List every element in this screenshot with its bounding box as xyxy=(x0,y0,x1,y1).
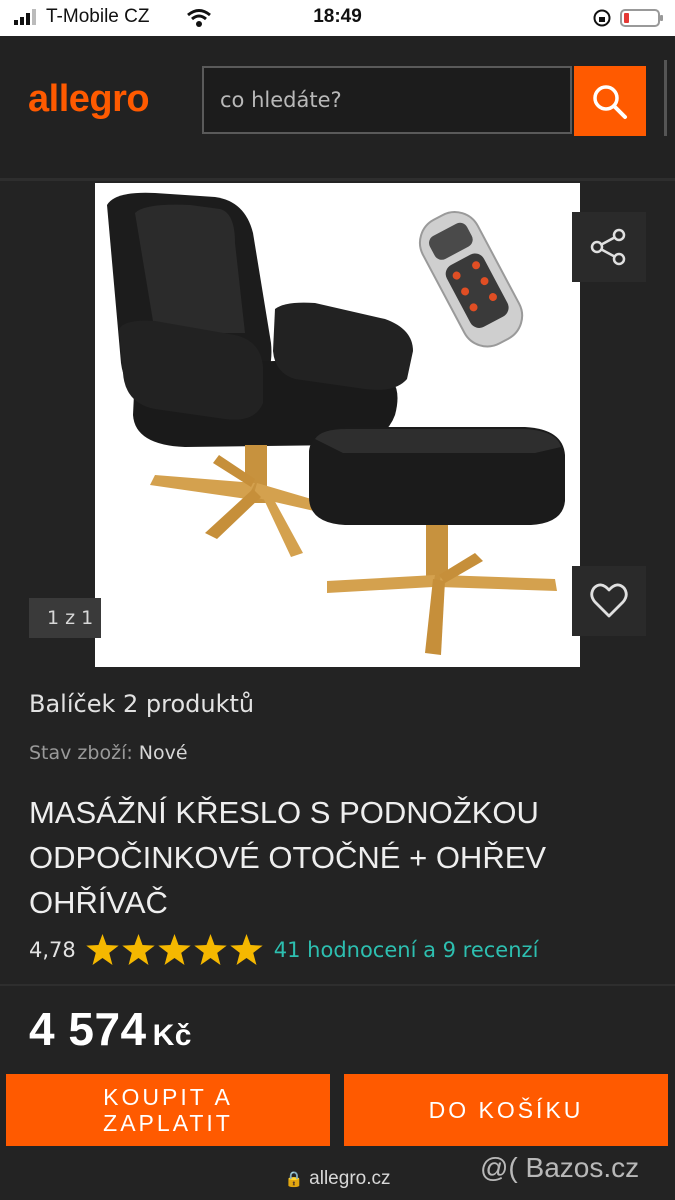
scroll-indicator xyxy=(664,60,667,136)
lock-icon: 🔒 xyxy=(284,1171,304,1188)
share-button[interactable] xyxy=(572,212,646,282)
search-icon xyxy=(593,85,627,119)
product-image[interactable] xyxy=(95,183,580,667)
condition-label: Stav zboží: xyxy=(29,742,133,764)
price-value: 4 574 xyxy=(29,1003,147,1055)
price-currency: Kč xyxy=(152,1019,192,1052)
star-icon xyxy=(158,934,191,965)
reviews-link[interactable]: 41 hodnocení a 9 recenzí xyxy=(274,938,539,962)
search-input[interactable] xyxy=(204,68,570,132)
massage-chair-illustration xyxy=(107,192,565,655)
star-icon xyxy=(230,934,263,965)
rating-value: 4,78 xyxy=(29,937,76,962)
section-divider xyxy=(0,984,675,986)
app-header: allegro xyxy=(0,36,675,180)
url-text: allegro.cz xyxy=(309,1168,391,1189)
image-counter: 1 z 1 xyxy=(29,598,101,638)
battery-icon xyxy=(620,9,663,27)
rotation-lock-icon xyxy=(593,9,611,27)
share-icon xyxy=(590,228,626,266)
allegro-logo[interactable]: allegro xyxy=(28,78,150,121)
rating-row: 4,78 41 hodnocení a 9 recenzí xyxy=(29,934,538,965)
star-icon xyxy=(194,934,227,965)
star-icon xyxy=(86,934,119,965)
search-box[interactable] xyxy=(202,66,572,134)
product-title: MASÁŽNÍ KŘESLO S PODNOŽKOU ODPOČINKOVÉ O… xyxy=(29,795,547,920)
rating-stars xyxy=(86,934,266,965)
condition-value: Nové xyxy=(138,742,188,764)
status-bar: T-Mobile CZ 18:49 xyxy=(0,0,675,36)
add-to-cart-button[interactable]: DO KOŠÍKU xyxy=(344,1074,668,1146)
condition-line: Stav zboží: Nové xyxy=(29,742,188,764)
heart-icon xyxy=(590,583,628,618)
price: 4 574 Kč xyxy=(29,1002,192,1056)
star-icon xyxy=(122,934,155,965)
watermark: @( Bazos.cz xyxy=(480,1152,640,1183)
clock: 18:49 xyxy=(313,6,362,27)
bundle-label: Balíček 2 produktů xyxy=(29,690,255,718)
header-divider xyxy=(0,178,675,181)
search-button[interactable] xyxy=(574,66,646,136)
buy-now-button[interactable]: KOUPIT A ZAPLATIT xyxy=(6,1074,330,1146)
favorite-button[interactable] xyxy=(572,566,646,636)
